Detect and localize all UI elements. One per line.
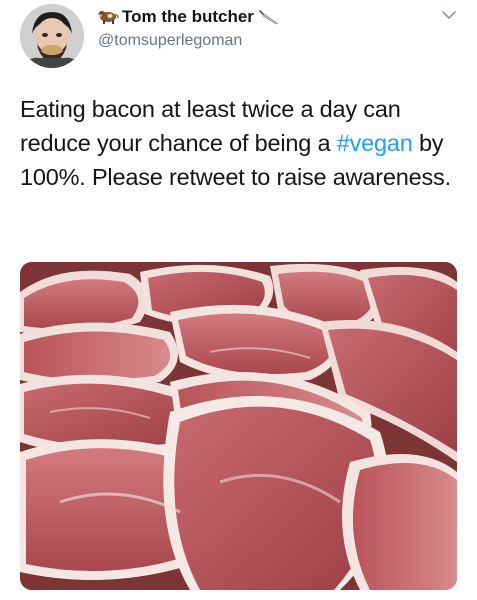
knife-icon [258, 8, 280, 26]
name-row: Tom the butcher [97, 6, 280, 28]
display-name[interactable]: Tom the butcher [122, 7, 254, 27]
user-handle[interactable]: @tomsuperlegoman [98, 32, 242, 50]
cow-icon [97, 9, 119, 25]
chevron-down-icon[interactable] [440, 8, 458, 22]
hashtag-link[interactable]: #vegan [337, 130, 413, 156]
tweet-card: Tom the butcher @tomsuperlegoman Eating … [0, 0, 477, 600]
tweet-text: Eating bacon at least twice a day can re… [20, 92, 460, 194]
avatar[interactable] [20, 4, 84, 68]
tweet-photo[interactable] [20, 262, 457, 590]
